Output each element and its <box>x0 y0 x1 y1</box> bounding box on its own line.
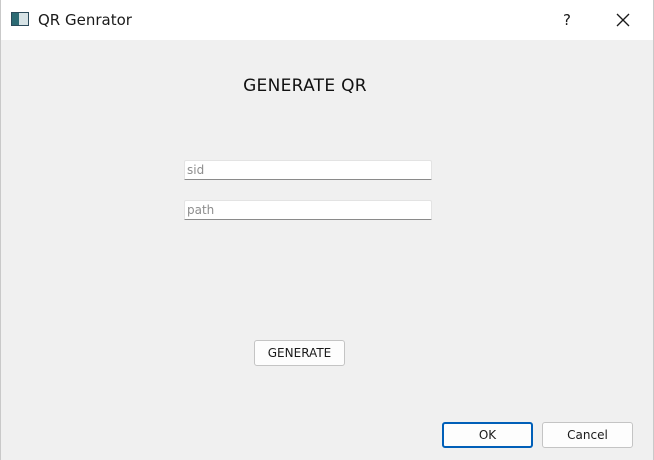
generate-button[interactable]: GENERATE <box>254 340 345 366</box>
path-input[interactable] <box>184 200 432 220</box>
cancel-button[interactable]: Cancel <box>542 422 633 448</box>
title-bar[interactable]: QR Genrator ? <box>1 0 653 40</box>
app-icon <box>11 12 29 26</box>
window-title: QR Genrator <box>38 11 132 29</box>
sid-input[interactable] <box>184 160 432 180</box>
dialog-window: QR Genrator ? GENERATE QR GENERATE OK Ca… <box>0 0 654 460</box>
form-heading: GENERATE QR <box>243 76 367 96</box>
ok-button[interactable]: OK <box>442 422 533 448</box>
close-icon <box>616 13 630 27</box>
help-button[interactable]: ? <box>551 4 583 36</box>
close-button[interactable] <box>606 4 640 36</box>
